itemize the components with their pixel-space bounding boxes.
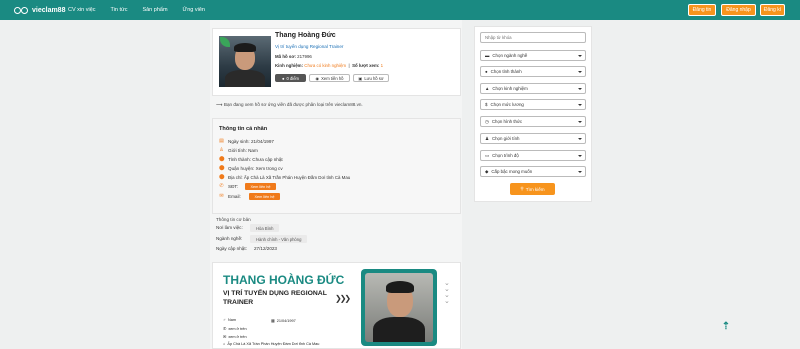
province-text: Tỉnh thành: Chưa cập nhật [228, 157, 283, 162]
experience-select[interactable]: ▲ Chọn kinh nghiệm [480, 83, 586, 94]
banner-role: VỊ TRÍ TUYỂN DỤNG REGIONAL TRAINER [223, 290, 327, 306]
gender-icon: ♙ [219, 147, 224, 153]
education-select[interactable]: ▭ Chọn trình độ [480, 150, 586, 161]
profile-position: Vị trí tuyển dụng Regional Trainer [275, 44, 344, 49]
industry-select[interactable]: ▬ Chọn ngành nghề [480, 50, 586, 61]
banner-name: THANG HOÀNG ĐỨC [223, 273, 345, 287]
banner-phone: ✆ xem ở trên [223, 327, 247, 331]
search-button[interactable]: ⚲ Tìm kiếm [510, 183, 555, 195]
basic-info-title: Thông tin cơ bản [216, 217, 251, 222]
avatar [219, 36, 271, 87]
arrow-right-icon: ⟶ [216, 102, 223, 107]
nav-news[interactable]: Tin tức [111, 7, 128, 13]
nav-candidates[interactable]: Ứng viên [183, 7, 205, 13]
gender-icon: ♂ [223, 318, 226, 322]
briefcase-icon: ▬ [485, 53, 490, 58]
district-icon: ⬤ [219, 165, 225, 171]
gender-select[interactable]: ♟ Chọn giới tính [480, 133, 586, 144]
logo-mark-icon [14, 5, 30, 16]
home-icon: ⌂ [223, 342, 226, 346]
workplace-label: Nơi làm việc: [216, 225, 243, 230]
login-button[interactable]: Đăng nhập [721, 4, 756, 16]
email-icon: ✉ [223, 335, 227, 339]
search-icon: ⚲ [520, 186, 524, 191]
clock-icon: ◷ [485, 118, 489, 124]
user-icon: ♟ [485, 135, 489, 141]
save-icon: ▣ [358, 75, 363, 81]
profile-experience: Kinh nghiệm: Chưa có kinh nghiệm | Số lư… [275, 63, 384, 68]
profile-name: Thang Hoàng Đức [275, 32, 336, 39]
calendar-icon: ▦ [271, 319, 275, 323]
level-select[interactable]: ◆ Cấp bậc mong muốn [480, 166, 586, 177]
cv-preview-banner[interactable]: THANG HOÀNG ĐỨC VỊ TRÍ TUYỂN DỤNG REGION… [212, 262, 461, 349]
updated-label: Ngày cập nhật: [216, 246, 247, 251]
phone-icon: ✆ [223, 327, 227, 331]
industry-chip[interactable]: Hành chính - Văn phòng [250, 235, 308, 243]
dob-text: Ngày sinh: 21/04/1997 [228, 139, 274, 144]
nav-cv[interactable]: CV xin việc [68, 7, 96, 13]
graduation-icon: ▲ [485, 86, 490, 91]
updated-date: 27/12/2023 [254, 246, 277, 251]
nav-products[interactable]: Sản phẩm [142, 7, 167, 13]
reveal-email-button[interactable]: Xem liên hệ [249, 193, 280, 200]
chevrons-down-icon: ⌄ ⌄ ⌄ ⌄ [444, 280, 450, 305]
personal-info-title: Thông tin cá nhân [219, 126, 268, 132]
calendar-icon: ▤ [219, 138, 224, 144]
book-icon: ▭ [485, 152, 490, 158]
banner-address: ⌂ Ấp Chà Là Xã Trần Phán Huyện Đầm Dơi t… [223, 342, 320, 346]
phone-label: SĐT: [228, 184, 238, 189]
arrows-icon: ❯❯❯ [335, 294, 351, 303]
address-icon: ⬤ [219, 174, 225, 180]
reveal-phone-button[interactable]: Xem liên hệ [245, 183, 276, 190]
province-select[interactable]: ● Chọn tỉnh thành [480, 66, 586, 77]
salary-select[interactable]: $ Chọn mức lương [480, 99, 586, 110]
email-icon: ✉ [219, 193, 224, 199]
work-type-select[interactable]: ◷ Chọn hình thức [480, 116, 586, 127]
email-label: Email: [228, 194, 241, 199]
post-job-button[interactable]: Đăng tin [688, 4, 716, 16]
banner-email: ✉ xem ở trên [223, 335, 247, 339]
industry-label: Ngành nghề: [216, 236, 243, 241]
profile-notice: ⟶ Bạn đang xem hồ sơ ứng viên đã được ph… [216, 102, 363, 107]
gender-text: Giới tính: Nam [228, 148, 258, 153]
money-icon: $ [485, 102, 488, 107]
chat-icon: ● [281, 75, 285, 81]
logo-text: vieclam88 [32, 6, 66, 14]
site-logo[interactable]: vieclam88 [14, 4, 65, 16]
top-header: vieclam88 CV xin việc Tin tức Sản phẩm Ứ… [0, 0, 800, 20]
profile-code: Mã hồ sơ: 217996 [275, 54, 312, 59]
location-icon: ⬤ [219, 156, 225, 162]
banner-photo [365, 273, 433, 342]
points-button[interactable]: ● 0 điểm [275, 74, 306, 82]
banner-dob: ▦ 21/04/1997 [271, 319, 296, 323]
address-text: Địa chỉ: Ấp Chà Là Xã Trần Phán Huyện Đầ… [228, 175, 351, 180]
main-nav: CV xin việc Tin tức Sản phẩm Ứng viên [68, 0, 205, 20]
save-profile-button[interactable]: ▣ Lưu hồ sơ [353, 74, 389, 82]
register-button[interactable]: Đăng kí [760, 4, 785, 16]
view-contact-button[interactable]: ◉ Xem tiền hồ [309, 74, 350, 82]
banner-gender: ♂ Nam [223, 318, 237, 322]
level-icon: ◆ [485, 168, 489, 174]
eye-icon: ◉ [315, 75, 320, 81]
scroll-to-top-icon[interactable]: ⇡ [721, 321, 731, 333]
district-text: Quận huyện: Xem trong cv [228, 166, 283, 171]
phone-icon: ✆ [219, 183, 224, 189]
keyword-input[interactable] [480, 32, 586, 43]
workplace-chip[interactable]: Hòa Bình [250, 224, 280, 232]
location-icon: ● [485, 69, 488, 74]
